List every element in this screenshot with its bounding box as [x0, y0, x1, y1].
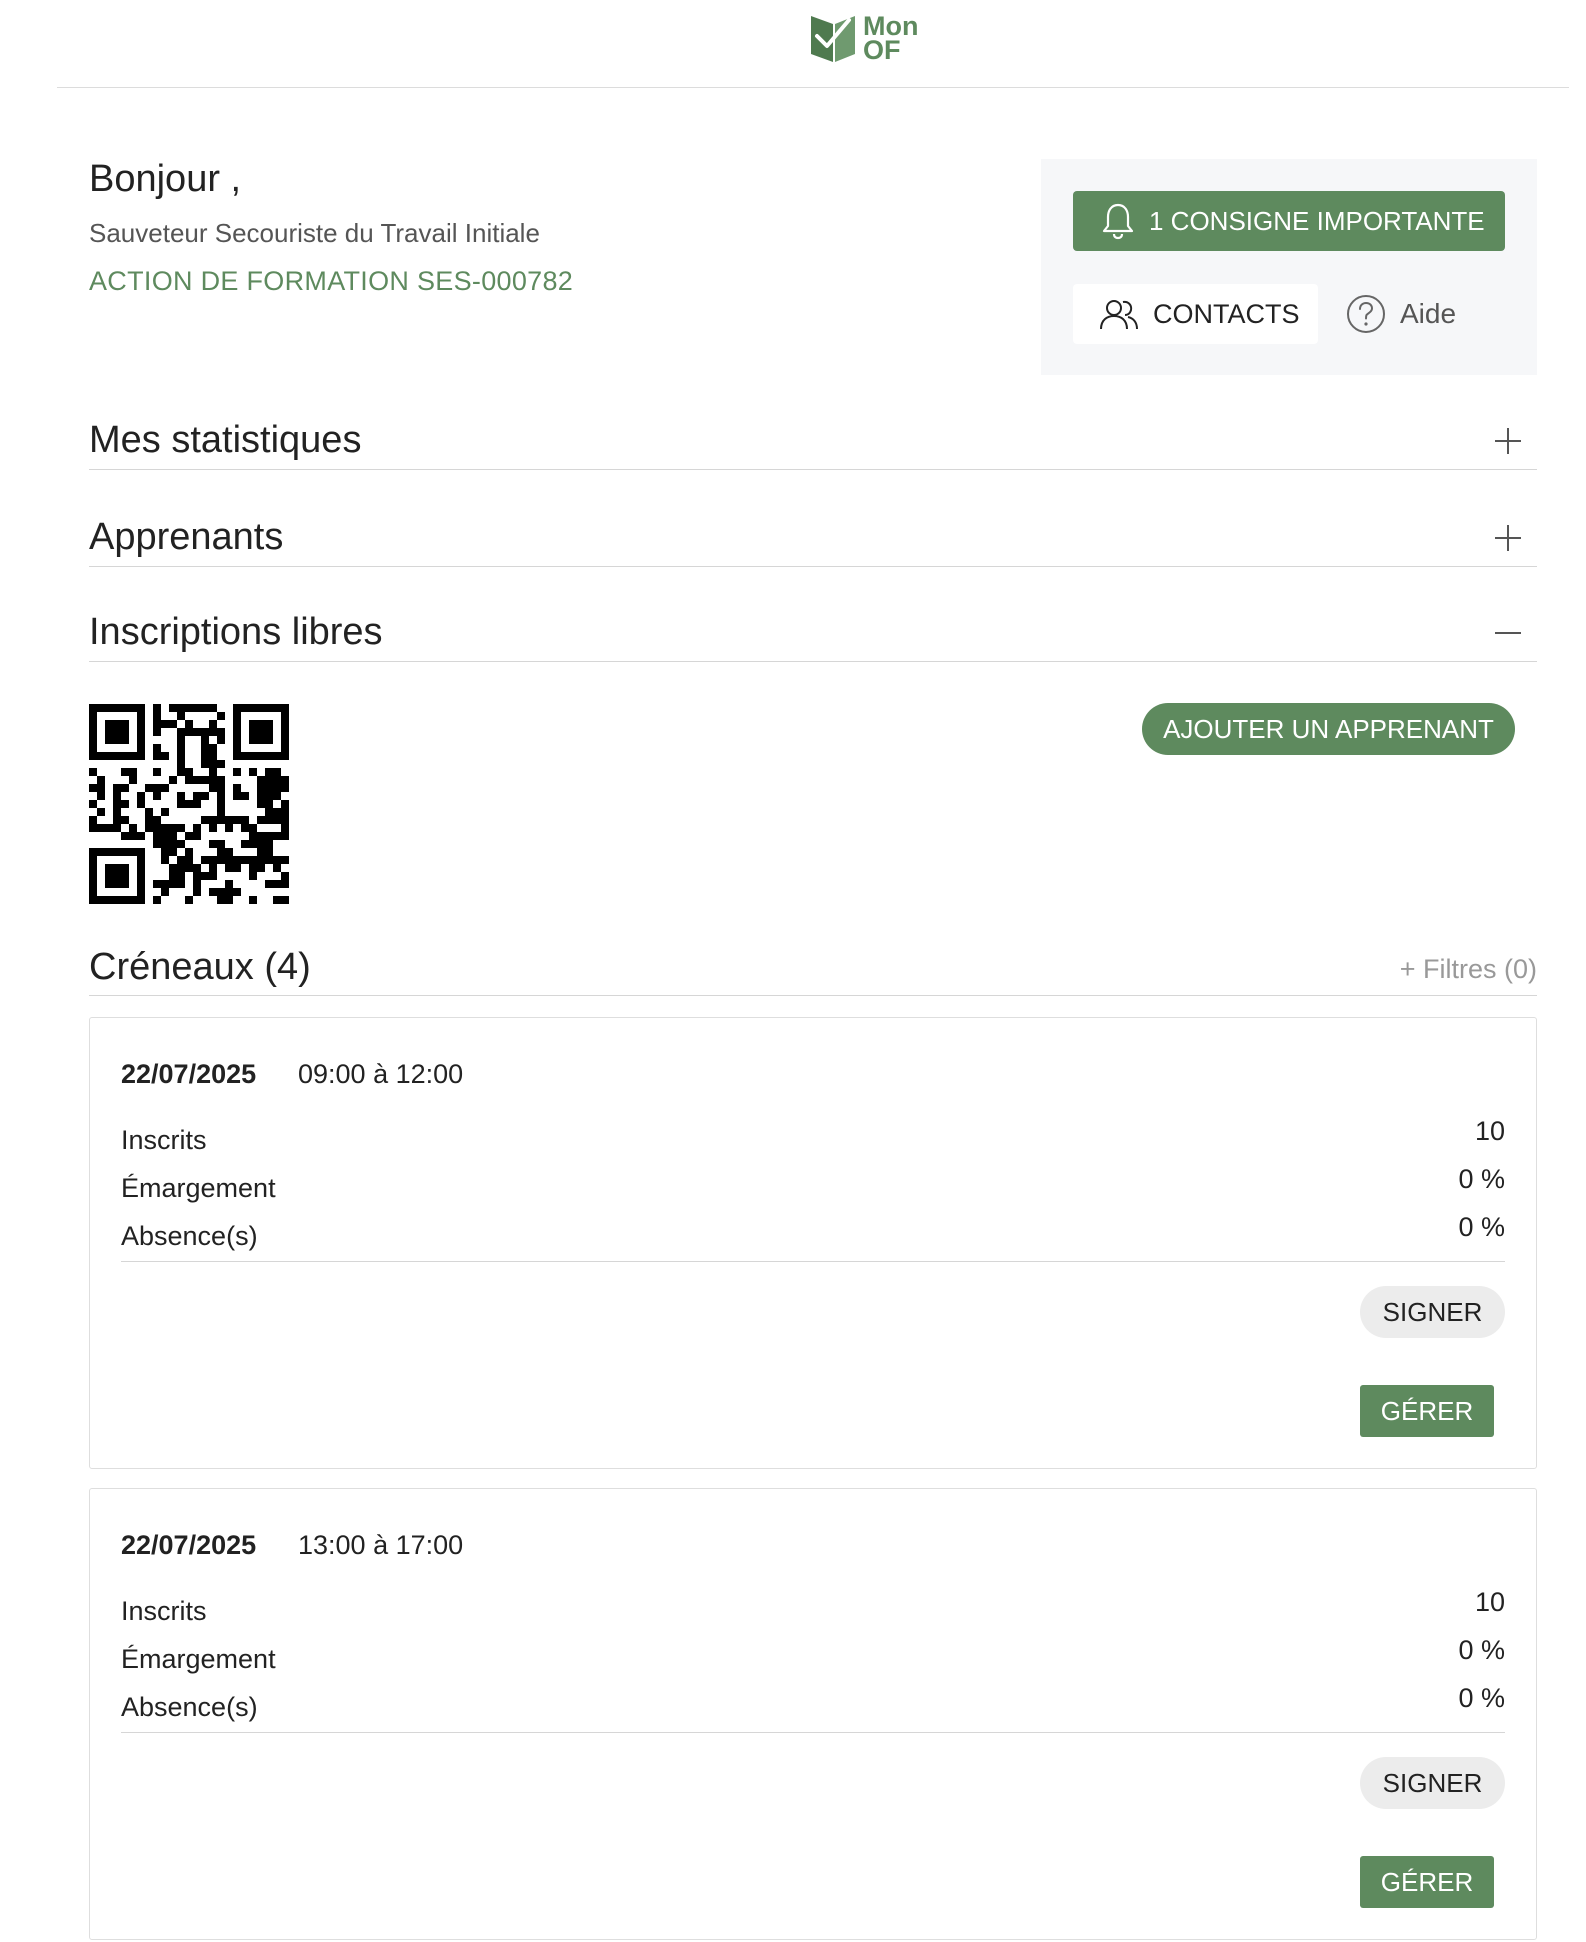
contacts-button[interactable]: CONTACTS — [1073, 284, 1318, 344]
registered-value: 10 — [1474, 1587, 1505, 1617]
add-learner-button[interactable]: AJOUTER UN APPRENANT — [1142, 703, 1515, 755]
top-bar: Mon OF — [57, 0, 1569, 88]
section-learners[interactable]: Apprenants — [89, 509, 1537, 567]
section-learners-title: Apprenants — [89, 516, 284, 558]
plus-icon[interactable] — [1491, 424, 1525, 458]
section-stats[interactable]: Mes statistiques — [89, 412, 1537, 470]
help-label: Aide — [1400, 298, 1457, 329]
slots-title: Créneaux (4) — [89, 946, 311, 988]
manage-button[interactable]: GÉRER — [1360, 1385, 1494, 1437]
important-instruction-label: 1 CONSIGNE IMPORTANTE — [1149, 205, 1485, 236]
qr-code — [89, 704, 289, 904]
slots-header: Créneaux (4) + Filtres (0) — [89, 940, 1537, 996]
filters-link[interactable]: + Filtres (0) — [1400, 954, 1537, 985]
question-circle-icon — [1347, 295, 1385, 333]
section-free-registration[interactable]: Inscriptions libres — [89, 604, 1537, 662]
registered-label: Inscrits — [121, 1125, 207, 1155]
absence-value: 0 % — [1458, 1683, 1505, 1713]
action-reference: ACTION DE FORMATION SES-000782 — [89, 266, 574, 296]
course-name: Sauveteur Secouriste du Travail Initiale — [89, 218, 540, 248]
attendance-label: Émargement — [121, 1644, 276, 1674]
slot-date: 22/07/2025 — [121, 1530, 257, 1560]
divider — [121, 1261, 1505, 1262]
greeting: Bonjour , — [89, 158, 242, 200]
important-instruction-button[interactable]: 1 CONSIGNE IMPORTANTE — [1073, 191, 1505, 251]
contacts-label: CONTACTS — [1153, 298, 1300, 329]
divider — [121, 1732, 1505, 1733]
manage-button[interactable]: GÉRER — [1360, 1856, 1494, 1908]
absence-label: Absence(s) — [121, 1692, 258, 1722]
logo[interactable]: Mon OF — [809, 10, 929, 70]
section-free-registration-title: Inscriptions libres — [89, 611, 383, 653]
slot-time: 09:00 à 12:00 — [298, 1059, 464, 1089]
help-button[interactable]: Aide — [1346, 284, 1456, 344]
sign-button[interactable]: SIGNER — [1360, 1286, 1505, 1338]
section-stats-title: Mes statistiques — [89, 419, 362, 461]
attendance-value: 0 % — [1458, 1635, 1505, 1665]
registered-value: 10 — [1474, 1116, 1505, 1146]
slot-card: 22/07/2025 09:00 à 12:00 Inscrits 10 Éma… — [89, 1017, 1537, 1469]
minus-icon[interactable] — [1491, 616, 1525, 650]
side-panel: 1 CONSIGNE IMPORTANTE CONTACTS Aide — [1041, 159, 1537, 375]
users-icon — [1100, 300, 1138, 330]
slot-time: 13:00 à 17:00 — [298, 1530, 464, 1560]
bell-icon — [1102, 203, 1134, 240]
slot-card: 22/07/2025 13:00 à 17:00 Inscrits 10 Éma… — [89, 1488, 1537, 1940]
slot-date: 22/07/2025 — [121, 1059, 257, 1089]
logo-text: Mon OF — [863, 13, 918, 65]
absence-value: 0 % — [1458, 1212, 1505, 1242]
attendance-label: Émargement — [121, 1173, 276, 1203]
attendance-value: 0 % — [1458, 1164, 1505, 1194]
logo-line-2: OF — [863, 35, 901, 65]
sign-button[interactable]: SIGNER — [1360, 1757, 1505, 1809]
registered-label: Inscrits — [121, 1596, 207, 1626]
absence-label: Absence(s) — [121, 1221, 258, 1251]
plus-icon[interactable] — [1491, 521, 1525, 555]
book-check-icon — [811, 16, 855, 62]
